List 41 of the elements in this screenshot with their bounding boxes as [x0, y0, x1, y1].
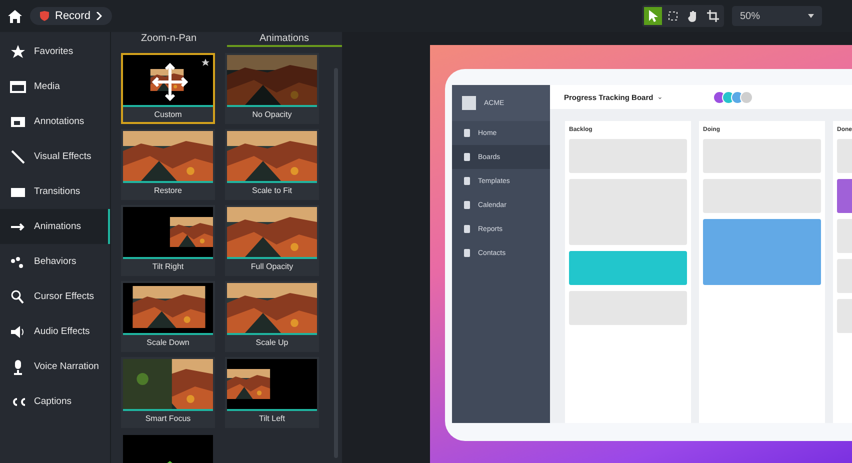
magnifier-icon: [10, 288, 26, 304]
animation-tile[interactable]: Tilt Right: [121, 205, 215, 276]
breadcrumb-button[interactable]: Record: [30, 7, 112, 25]
sidebar-item[interactable]: Captions: [0, 384, 110, 419]
shield-icon: [40, 11, 49, 21]
window-icon: [10, 78, 26, 94]
animation-tile[interactable]: Scale Up: [225, 281, 319, 352]
speaker-icon: [10, 324, 26, 340]
animation-tile[interactable]: Restore: [121, 129, 215, 200]
sidebar-item[interactable]: Favorites: [0, 34, 110, 69]
pointer-icon: [648, 10, 658, 22]
animation-tile[interactable]: Full Opacity: [225, 205, 319, 276]
sidebar-item[interactable]: Media: [0, 69, 110, 104]
star-icon: [10, 44, 26, 60]
sidebar-item[interactable]: Annotations: [0, 104, 110, 139]
chevron-icon: [96, 12, 102, 20]
logo-icon: [462, 96, 476, 110]
move-arrows-icon: [152, 63, 188, 101]
crop-icon: [707, 10, 719, 22]
caret-icon: [808, 14, 814, 18]
sidebar-item[interactable]: Visual Effects: [0, 139, 110, 174]
sidebar-item[interactable]: Animations: [0, 209, 110, 244]
star-icon[interactable]: [201, 58, 210, 67]
animation-tile[interactable]: No Opacity: [225, 53, 319, 124]
crop-tool[interactable]: [704, 7, 722, 25]
frame-icon: [667, 10, 679, 22]
hand-icon: [687, 10, 699, 22]
tab[interactable]: Zoom-n-Pan: [111, 32, 226, 47]
animation-tile[interactable]: Custom: [121, 53, 215, 124]
sidebar-item[interactable]: Audio Effects: [0, 314, 110, 349]
sidebar-item[interactable]: Cursor Effects: [0, 279, 110, 314]
sidebar-item[interactable]: Voice Narration: [0, 349, 110, 384]
animation-tile[interactable]: Smart Focus: [121, 357, 215, 428]
animation-tile[interactable]: Tilt Left: [225, 357, 319, 428]
wand-icon: [10, 148, 26, 164]
animation-tile[interactable]: Scale to Fit: [225, 129, 319, 200]
sidebar-item[interactable]: Transitions: [0, 174, 110, 209]
sidebar-item[interactable]: Behaviors: [0, 244, 110, 279]
zoom-dropdown[interactable]: 50%: [732, 6, 822, 26]
animation-tile[interactable]: Scale Down: [121, 281, 215, 352]
home-icon[interactable]: [8, 10, 22, 22]
